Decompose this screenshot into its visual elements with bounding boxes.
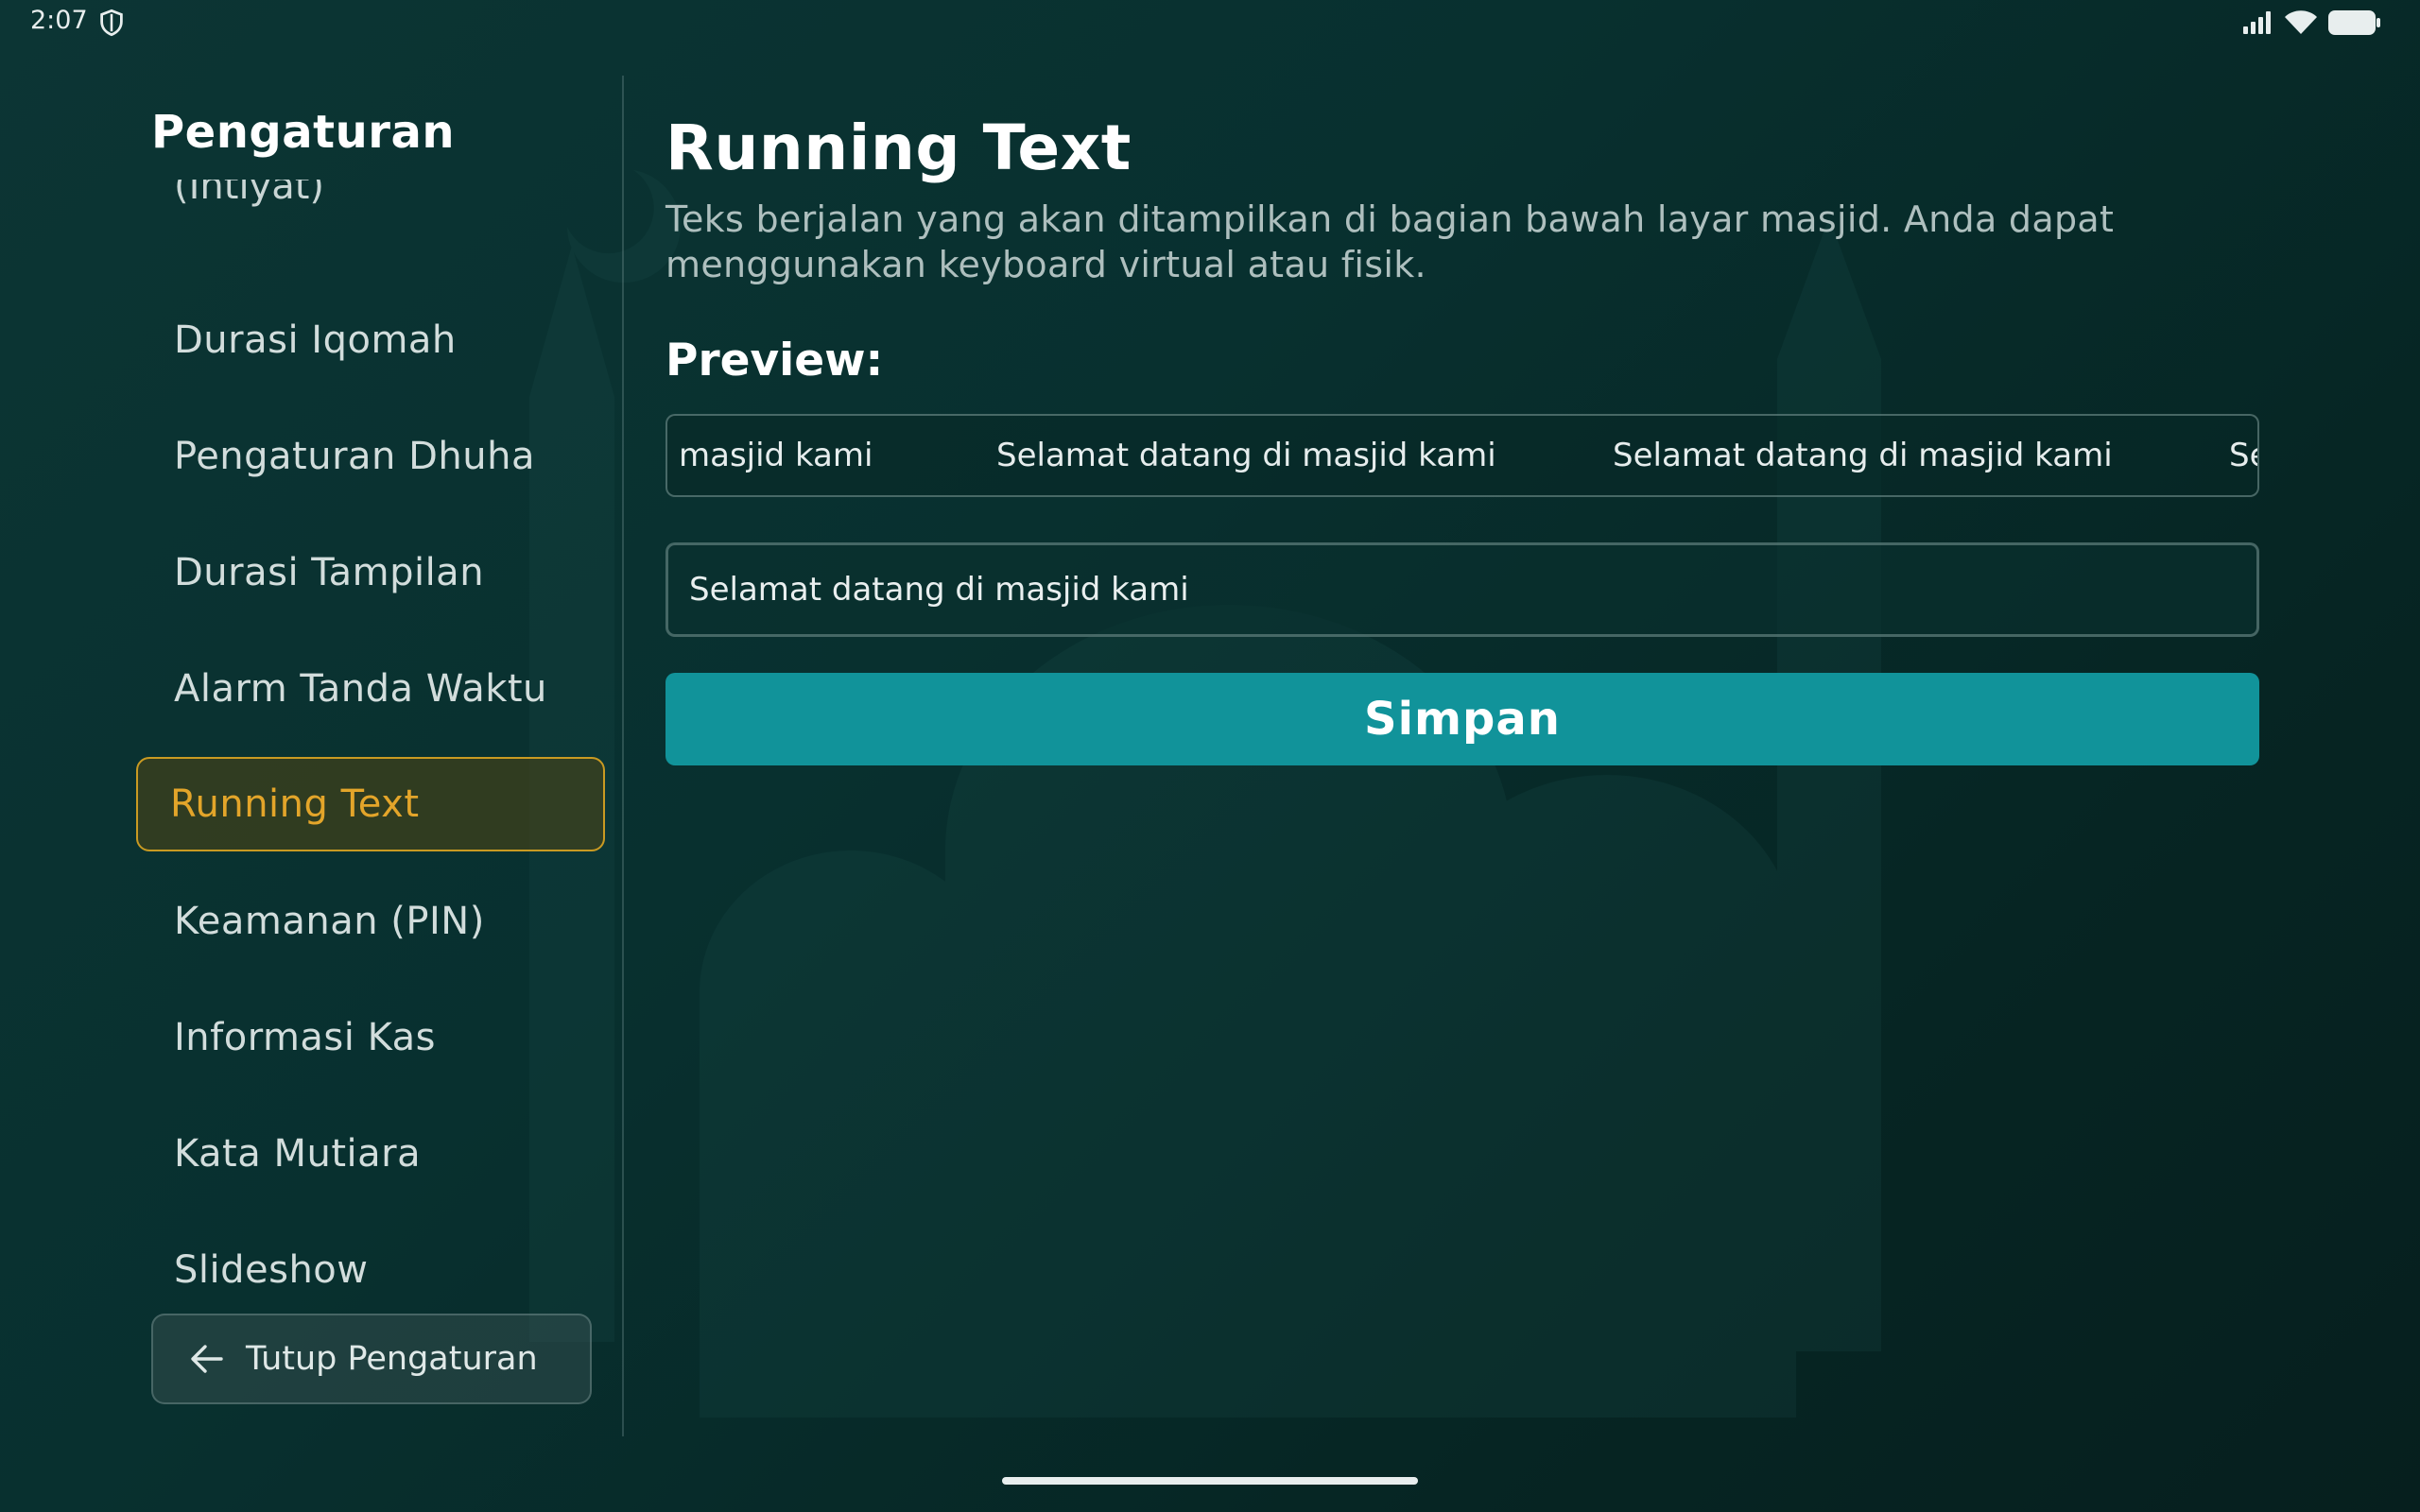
sidebar-item-informasi-kas[interactable]: Informasi Kas: [136, 992, 605, 1083]
battery-icon: [2328, 10, 2380, 35]
sidebar-item-running-text[interactable]: Running Text: [136, 757, 605, 851]
status-time: 2:07: [30, 6, 88, 35]
sidebar-item-cutoff[interactable]: (Ihtiyat): [174, 180, 324, 208]
close-settings-label: Tutup Pengaturan: [246, 1340, 538, 1378]
wifi-icon: [2285, 10, 2317, 34]
preview-segment: Se: [2229, 437, 2257, 474]
sidebar-item-pengaturan-dhuha[interactable]: Pengaturan Dhuha: [136, 411, 605, 502]
sidebar-item-slideshow[interactable]: Slideshow: [136, 1225, 605, 1295]
save-button[interactable]: Simpan: [666, 673, 2259, 765]
status-icons: [2242, 8, 2382, 38]
close-settings-button[interactable]: Tutup Pengaturan: [151, 1314, 592, 1404]
preview-segment: masjid kami: [679, 437, 873, 474]
running-text-input[interactable]: [666, 542, 2259, 637]
sidebar-item-durasi-iqomah[interactable]: Durasi Iqomah: [136, 295, 605, 386]
running-text-preview: masjid kami Selamat datang di masjid kam…: [666, 414, 2259, 497]
sidebar-item-alarm-tanda-waktu[interactable]: Alarm Tanda Waktu: [136, 644, 605, 734]
page-description: Teks berjalan yang akan ditampilkan di b…: [666, 198, 2115, 285]
sidebar-title: Pengaturan: [151, 106, 456, 159]
preview-label: Preview:: [666, 335, 884, 387]
sidebar-divider: [622, 76, 624, 1436]
preview-segment: Selamat datang di masjid kami: [1613, 437, 2113, 474]
sidebar-item-keamanan-pin[interactable]: Keamanan (PIN): [136, 876, 605, 967]
sidebar-menu: (Ihtiyat) Durasi Iqomah Pengaturan Dhuha…: [136, 180, 609, 1295]
sidebar-item-kata-mutiara[interactable]: Kata Mutiara: [136, 1108, 605, 1199]
page-title: Running Text: [666, 112, 1132, 184]
home-indicator[interactable]: [1002, 1477, 1418, 1485]
signal-icon: [2243, 11, 2271, 34]
shield-icon: [100, 9, 123, 37]
status-bar: 2:07: [0, 0, 2420, 47]
arrow-left-icon: [191, 1345, 223, 1373]
preview-segment: Selamat datang di masjid kami: [996, 437, 1496, 474]
sidebar-item-durasi-tampilan[interactable]: Durasi Tampilan: [136, 527, 605, 618]
